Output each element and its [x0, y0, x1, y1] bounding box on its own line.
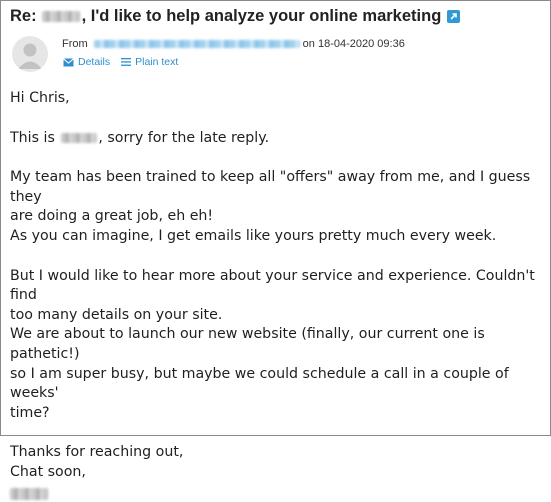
body-line: As you can imagine, I get emails like yo… — [10, 227, 497, 244]
body-line: But I would like to hear more about your… — [10, 267, 535, 304]
closing-line: Thanks for reaching out, — [10, 444, 184, 461]
email-date: on 18-04-2020 09:36 — [302, 38, 405, 50]
user-avatar-icon — [18, 43, 42, 69]
email-body: Hi Chris, This is , sorry for the late r… — [10, 89, 550, 502]
body-line: We are about to launch our new website (… — [10, 326, 485, 362]
from-line: From on 18-04-2020 09:36 — [62, 38, 405, 50]
closing-line: Chat soon, — [10, 463, 86, 480]
subject-text: , I'd like to help analyze your online m… — [81, 7, 442, 25]
plain-text-label: Plain text — [135, 56, 179, 68]
body-line: time? — [10, 404, 50, 421]
sender-avatar — [12, 36, 48, 72]
envelope-icon — [63, 57, 74, 66]
details-link[interactable]: Details — [63, 56, 110, 68]
body-line: so I am super busy, but maybe we could s… — [10, 365, 509, 402]
from-label: From — [62, 38, 88, 50]
redacted-signature — [10, 487, 48, 500]
intro-text-start: This is — [10, 129, 55, 146]
subject-prefix: Re: — [10, 7, 37, 25]
body-line: My team has been trained to keep all "of… — [10, 169, 531, 205]
external-link-icon[interactable] — [447, 10, 461, 23]
intro-line: This is , sorry for the late reply. — [10, 129, 550, 149]
lines-icon — [121, 58, 132, 66]
email-view: Re: , I'd like to help analyze your onli… — [0, 0, 551, 500]
body-line: too many details on your site. — [10, 306, 223, 323]
header-actions: Details Plain text — [63, 56, 178, 68]
plain-text-link[interactable]: Plain text — [121, 56, 178, 68]
intro-text-end: , sorry for the late reply. — [98, 129, 270, 146]
body-line: are doing a great job, eh eh! — [10, 208, 214, 225]
greeting: Hi Chris, — [10, 90, 70, 106]
email-subject: Re: , I'd like to help analyze your onli… — [10, 7, 461, 26]
redacted-sender-name — [41, 11, 80, 22]
redacted-sender-address[interactable] — [93, 40, 300, 48]
details-label: Details — [78, 56, 111, 68]
redacted-name — [61, 132, 98, 143]
